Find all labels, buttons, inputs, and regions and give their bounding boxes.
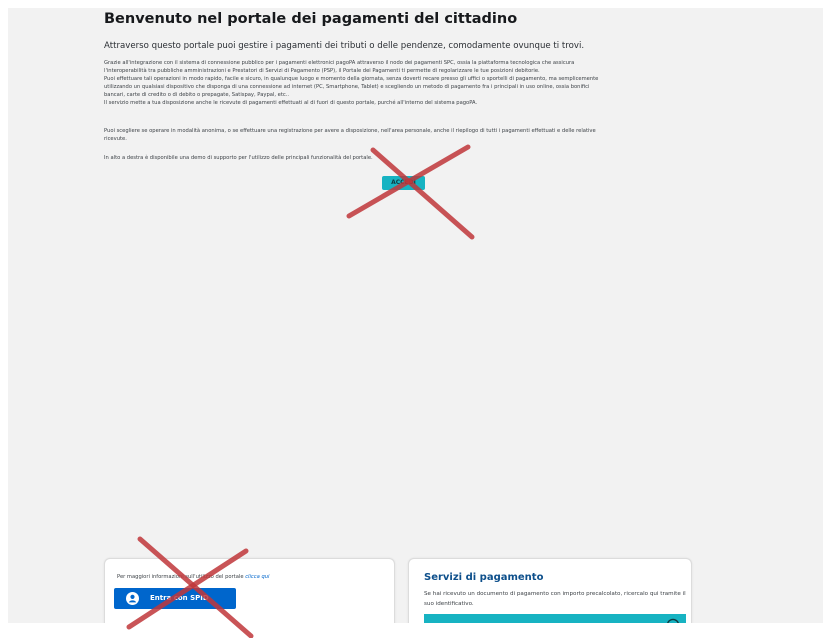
anonymous-mode-paragraph: Puoi scegliere se operare in modalità an…: [104, 127, 704, 143]
access-button[interactable]: ACCEDI: [382, 176, 425, 190]
portal-page: Benvenuto nel portale dei pagamenti del …: [8, 8, 823, 623]
payment-services-card: Servizi di pagamento Se hai ricevuto un …: [408, 558, 692, 623]
circle-icon: [667, 618, 679, 623]
intro-line: Il servizio mette a tua disposizione anc…: [104, 100, 478, 106]
info-link[interactable]: clicca qui: [245, 574, 269, 580]
services-title: Servizi di pagamento: [424, 572, 544, 583]
intro-line: bancari, carte di credito o di debito o …: [104, 92, 290, 98]
services-description: Se hai ricevuto un documento di pagament…: [424, 591, 686, 607]
demo-paragraph: In alto a destra è disponibile una demo …: [104, 155, 373, 161]
choose-line: Puoi scegliere se operare in modalità an…: [104, 128, 596, 134]
intro-line: l'interoperabilità tra pubbliche amminis…: [104, 68, 540, 74]
choose-line: ricevute.: [104, 136, 127, 142]
page-title: Benvenuto nel portale dei pagamenti del …: [104, 11, 518, 27]
spid-login-button[interactable]: Entra con SPID: [114, 588, 236, 609]
intro-line: Puoi effettuare tali operazioni in modo …: [104, 76, 599, 82]
spid-button-label: Entra con SPID: [150, 594, 209, 602]
info-text-label: Per maggiori informazioni sull'utilizzo …: [117, 574, 244, 580]
user-circle-icon: [126, 592, 139, 605]
page-subtitle: Attraverso questo portale puoi gestire i…: [104, 41, 585, 51]
login-card: Per maggiori informazioni sull'utilizzo …: [104, 558, 395, 623]
intro-paragraph: Grazie all'integrazione con il sistema d…: [104, 59, 704, 107]
info-text: Per maggiori informazioni sull'utilizzo …: [117, 574, 269, 580]
intro-line: Grazie all'integrazione con il sistema d…: [104, 60, 575, 66]
intro-line: utilizzando un qualsiasi dispositivo che…: [104, 84, 590, 90]
services-search-button[interactable]: [424, 614, 686, 623]
